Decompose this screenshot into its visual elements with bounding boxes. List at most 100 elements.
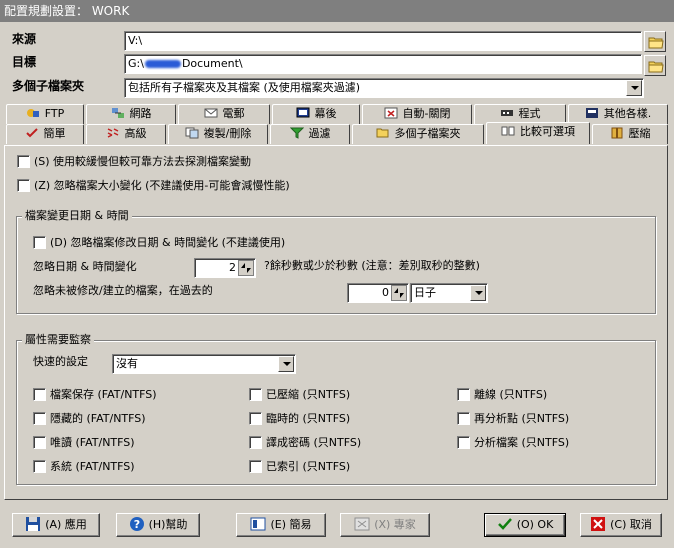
slow-method-checkbox[interactable] [17,155,30,168]
help-icon: ? [129,516,145,532]
redacted-mark [144,60,181,68]
attr-archive-label: 檔案保存 (FAT/NTFS) [50,388,157,401]
attr-hidden-label: 隱藏的 (FAT/NTFS) [50,412,146,425]
datetime-group-title: 檔案變更日期 & 時間 [22,209,132,222]
attr-readonly-checkbox[interactable] [33,436,46,449]
tab-compress[interactable]: 壓縮 [592,124,668,144]
slow-method-label: (S) 使用較緩慢但較可靠方法去探測檔案變動 [34,155,252,168]
envelope-icon [204,107,218,119]
cancel-button[interactable]: (C) 取消 [580,513,662,537]
tab-advanced[interactable]: 高級 [86,124,166,144]
subfolders-value: 包括所有子檔案夾及其檔案 (及使用檔案夾過濾) [128,81,361,94]
ftp-icon [26,107,40,119]
compress-icon [610,127,624,139]
tab-subfolders[interactable]: 多個子檔案夾 [352,124,484,144]
ignore-size-label: (Z) 忽略檔案大小變化 (不建議使用-可能會減慢性能) [34,179,290,192]
attr-offline-checkbox[interactable] [457,388,470,401]
tab-auto-close[interactable]: 自動-關閉 [362,104,472,124]
folder-icon [648,61,664,73]
attr-offline-label: 離線 (只NTFS) [474,388,548,401]
filter-icon [289,127,304,139]
attr-archive-checkbox[interactable] [33,388,46,401]
attr-compressed-checkbox[interactable] [249,388,262,401]
attr-system-checkbox[interactable] [33,460,46,473]
tab-program[interactable]: 程式 [474,104,566,124]
spinner-arrows-icon [391,285,407,301]
quick-settings-label: 快速的設定 [33,355,88,368]
simple-mode-icon [250,516,266,532]
source-label: 來源 [12,32,37,46]
attr-indexed-checkbox[interactable] [249,460,262,473]
spinner-arrows-icon [238,260,254,276]
attr-reparse-label: 再分析點 (只NTFS) [474,412,570,425]
apply-button[interactable]: (A) 應用 [12,513,100,537]
ignore-old-unit: 日子 [414,286,436,299]
monitor-icon [296,107,310,119]
attr-readonly-label: 唯讀 (FAT/NTFS) [50,436,135,449]
help-button[interactable]: ? (H)幫助 [116,513,200,537]
copy-icon [185,127,199,139]
simple-mode-button[interactable]: (E) 簡易 [236,513,326,537]
chevron-down-icon [626,80,642,96]
source-input[interactable]: V:\ [124,31,642,51]
attr-system-label: 系統 (FAT/NTFS) [50,460,135,473]
tab-compare-options[interactable]: 比較可選項 [486,122,590,144]
quick-settings-value: 沒有 [116,357,138,370]
advanced-icon [106,127,120,139]
program-icon [500,107,514,119]
version-icon [585,107,599,119]
expert-mode-button[interactable]: (X) 專家 [340,513,430,537]
tab-ftp[interactable]: FTP [6,104,84,124]
chevron-down-icon [278,356,294,372]
source-browse-button[interactable] [644,31,666,52]
attr-reparse-checkbox[interactable] [457,412,470,425]
checkmark-icon [25,127,39,139]
attr-temporary-label: 臨時的 (只NTFS) [266,412,351,425]
attr-temporary-checkbox[interactable] [249,412,262,425]
target-input[interactable]: G:\ Document\ [124,54,642,74]
ignore-old-spinner[interactable]: 0 [347,283,409,303]
floppy-disk-icon [25,516,41,532]
window-title-bar[interactable]: 配置規劃設置： WORK [0,0,674,22]
ignore-old-value: 0 [382,286,389,299]
tab-misc[interactable]: 其他各樣. [568,104,668,124]
ignore-mod-label: (D) 忽略檔案修改日期 & 時間變化 (不建議使用) [50,236,286,249]
tab-network[interactable]: 網路 [86,104,176,124]
source-value: V:\ [128,34,143,47]
tab-background[interactable]: 幕後 [272,104,360,124]
ignore-size-checkbox[interactable] [17,179,30,192]
ignore-old-label: 忽略未被修改/建立的檔案，在過去的 [33,284,213,297]
attr-sparse-checkbox[interactable] [457,436,470,449]
attr-hidden-checkbox[interactable] [33,412,46,425]
ignore-old-unit-select[interactable]: 日子 [410,283,488,303]
attr-compressed-label: 已壓縮 (只NTFS) [266,388,351,401]
tab-filter[interactable]: 過濾 [270,124,350,144]
checkmark-icon [497,516,513,532]
target-prefix: G:\ [128,57,144,70]
auto-close-icon [384,107,398,119]
ignore-diff-spinner[interactable]: 2 [194,258,256,278]
target-label: 目標 [12,55,37,69]
folders-icon [376,127,390,139]
ignore-mod-checkbox[interactable] [33,236,46,249]
attributes-group-title: 屬性需要監察 [22,333,94,346]
ignore-diff-value: 2 [229,261,236,274]
attr-encrypted-checkbox[interactable] [249,436,262,449]
expert-mode-icon [354,516,370,532]
ok-button[interactable]: (O) OK [484,513,566,537]
network-icon [111,107,125,119]
quick-settings-select[interactable]: 沒有 [112,354,296,374]
subfolders-select[interactable]: 包括所有子檔案夾及其檔案 (及使用檔案夾過濾) [124,78,644,98]
target-browse-button[interactable] [644,55,666,76]
attr-indexed-label: 已索引 (只NTFS) [266,460,351,473]
tab-email[interactable]: 電郵 [178,104,270,124]
close-icon [590,516,606,532]
window-title: 配置規劃設置： WORK [4,4,130,18]
attr-sparse-label: 分析檔案 (只NTFS) [474,436,570,449]
attr-encrypted-label: 譯成密碼 (只NTFS) [266,436,362,449]
tab-simple[interactable]: 簡單 [6,124,84,144]
compare-icon [501,125,515,137]
tab-copy-delete[interactable]: 複製/刪除 [168,124,268,144]
target-suffix: Document\ [181,57,243,70]
subfolders-label: 多個子檔案夾 [12,79,85,93]
